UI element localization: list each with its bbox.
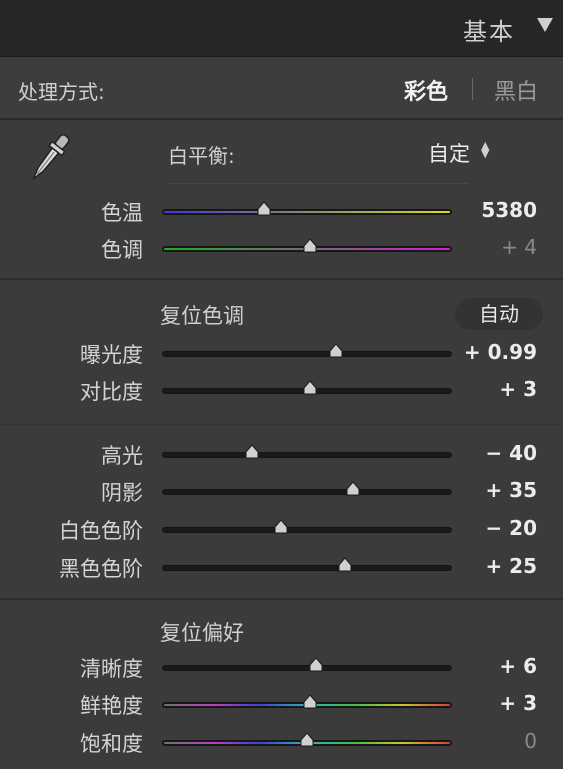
highlights-slider-thumb[interactable]	[244, 444, 260, 460]
eyedropper-icon[interactable]	[16, 128, 80, 192]
slider-exposure: 曝光度 + 0.99	[0, 337, 563, 373]
shadows-slider-track[interactable]	[162, 489, 452, 495]
highlights-slider-track[interactable]	[162, 452, 452, 458]
section-divider	[0, 598, 563, 600]
whites-label: 白色色阶	[59, 519, 143, 543]
clarity-label: 清晰度	[80, 657, 143, 681]
slider-blacks: 黑色色阶 + 25	[0, 551, 563, 587]
temp-gradient-fill	[164, 211, 450, 213]
vibrance-slider-thumb[interactable]	[302, 694, 318, 710]
slider-clarity: 清晰度 + 6	[0, 651, 563, 687]
shadows-slider-thumb[interactable]	[345, 481, 361, 497]
blacks-value[interactable]: + 25	[485, 554, 537, 578]
saturation-slider-thumb[interactable]	[299, 732, 315, 748]
tint-label: 色调	[101, 238, 143, 262]
whites-value[interactable]: − 20	[485, 516, 537, 540]
exposure-slider-track[interactable]	[162, 351, 452, 357]
white-balance-select[interactable]: 自定	[428, 138, 470, 168]
treatment-color-button[interactable]: 彩色	[404, 74, 448, 106]
white-balance-label: 白平衡:	[168, 144, 235, 168]
slider-shadows: 阴影 + 35	[0, 475, 563, 511]
clarity-value[interactable]: + 6	[499, 654, 537, 678]
tint-value[interactable]: + 4	[501, 235, 537, 259]
blacks-slider-thumb[interactable]	[337, 557, 353, 573]
contrast-value[interactable]: + 3	[499, 377, 537, 401]
exposure-value[interactable]: + 0.99	[464, 340, 537, 364]
treatment-label: 处理方式:	[18, 80, 105, 104]
contrast-slider-thumb[interactable]	[302, 380, 318, 396]
saturation-value[interactable]: 0	[524, 729, 537, 753]
blacks-slider-track[interactable]	[162, 565, 452, 571]
contrast-label: 对比度	[80, 380, 143, 404]
slider-whites: 白色色阶 − 20	[0, 513, 563, 549]
slider-contrast: 对比度 + 3	[0, 374, 563, 410]
slider-temp: 色温 5380	[0, 195, 563, 231]
vibrance-label: 鲜艳度	[80, 694, 143, 718]
shadows-value[interactable]: + 35	[485, 478, 537, 502]
up-down-arrows-icon[interactable]: ▲ ▼	[481, 140, 489, 159]
whites-slider-thumb[interactable]	[273, 519, 289, 535]
temp-value[interactable]: 5380	[481, 198, 537, 222]
treatment-row: 处理方式: 彩色 黑白	[0, 58, 563, 120]
slider-saturation: 饱和度 0	[0, 726, 563, 762]
clarity-slider-thumb[interactable]	[308, 657, 324, 673]
temp-label: 色温	[101, 201, 143, 225]
auto-tone-button[interactable]: 自动	[455, 298, 543, 330]
reset-tone-label[interactable]: 复位色调	[160, 300, 244, 330]
temp-slider-thumb[interactable]	[256, 201, 272, 217]
exposure-label: 曝光度	[80, 343, 143, 367]
saturation-label: 饱和度	[80, 732, 143, 756]
vibrance-value[interactable]: + 3	[499, 691, 537, 715]
triangle-down-icon[interactable]	[537, 18, 553, 32]
group-divider	[0, 424, 563, 425]
wb-underline	[168, 183, 468, 184]
panel-header[interactable]: 基本	[0, 0, 563, 57]
basic-panel: 基本 处理方式: 彩色 黑白 白平衡: 自定 ▲ ▼ 色温 5380 色调 + 4 复…	[0, 0, 563, 769]
treatment-bw-button[interactable]: 黑白	[494, 74, 538, 106]
highlights-label: 高光	[101, 444, 143, 468]
highlights-value[interactable]: − 40	[485, 441, 537, 465]
temp-slider-track[interactable]	[162, 209, 452, 215]
section-divider	[0, 278, 563, 280]
slider-tint: 色调 + 4	[0, 232, 563, 268]
treatment-separator	[472, 78, 473, 100]
tint-slider-thumb[interactable]	[302, 238, 318, 254]
blacks-label: 黑色色阶	[59, 557, 143, 581]
panel-title: 基本	[463, 18, 515, 46]
slider-highlights: 高光 − 40	[0, 438, 563, 474]
slider-vibrance: 鲜艳度 + 3	[0, 688, 563, 724]
exposure-slider-thumb[interactable]	[328, 343, 344, 359]
whites-slider-track[interactable]	[162, 527, 452, 533]
reset-presence-label[interactable]: 复位偏好	[160, 617, 244, 647]
shadows-label: 阴影	[101, 481, 143, 505]
